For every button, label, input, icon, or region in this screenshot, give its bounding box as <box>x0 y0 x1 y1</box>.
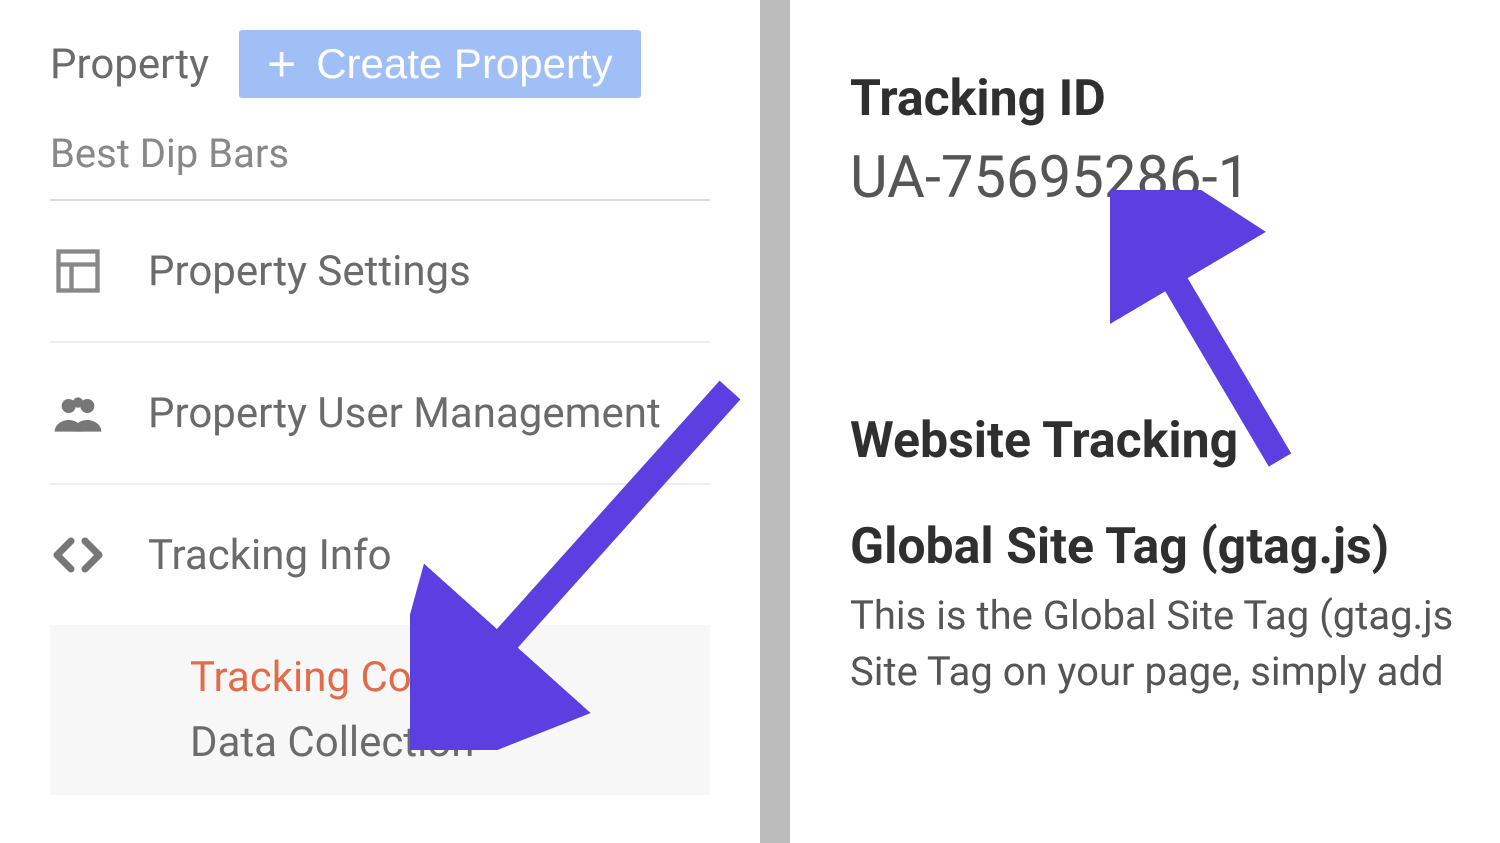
gtag-heading: Global Site Tag (gtag.js) <box>850 518 1500 576</box>
nav-tracking-info[interactable]: Tracking Info <box>50 485 710 625</box>
layout-icon <box>50 243 106 299</box>
nav-property-user-management[interactable]: Property User Management <box>50 343 710 485</box>
create-property-button[interactable]: + Create Property <box>239 30 641 98</box>
nav-property-settings[interactable]: Property Settings <box>50 201 710 343</box>
nav-label: Tracking Info <box>148 531 392 580</box>
nav-label: Property User Management <box>148 389 661 438</box>
code-icon <box>50 527 106 583</box>
property-column-label: Property <box>50 40 209 89</box>
subnav-tracking-code[interactable]: Tracking Code <box>50 645 710 710</box>
people-icon <box>50 385 106 441</box>
tracking-id-heading: Tracking ID <box>850 70 1500 128</box>
subnav-data-collection[interactable]: Data Collection <box>50 710 710 775</box>
tracking-id-value: UA-75695286-1 <box>850 144 1500 212</box>
tracking-info-sublist: Tracking Code Data Collection <box>50 625 710 795</box>
nav-label: Property Settings <box>148 247 471 296</box>
property-name: Best Dip Bars <box>50 130 710 201</box>
plus-icon: + <box>267 49 296 79</box>
gtag-description: This is the Global Site Tag (gtag.js Sit… <box>850 588 1500 700</box>
property-nav-list: Property Settings Property User Manageme… <box>50 201 710 795</box>
property-header-row: Property + Create Property <box>50 30 710 98</box>
sidebar: Property + Create Property Best Dip Bars… <box>0 0 760 843</box>
create-property-label: Create Property <box>316 40 612 88</box>
website-tracking-heading: Website Tracking <box>850 412 1500 470</box>
main-panel: Tracking ID UA-75695286-1 Website Tracki… <box>790 0 1500 843</box>
panel-divider <box>760 0 790 843</box>
